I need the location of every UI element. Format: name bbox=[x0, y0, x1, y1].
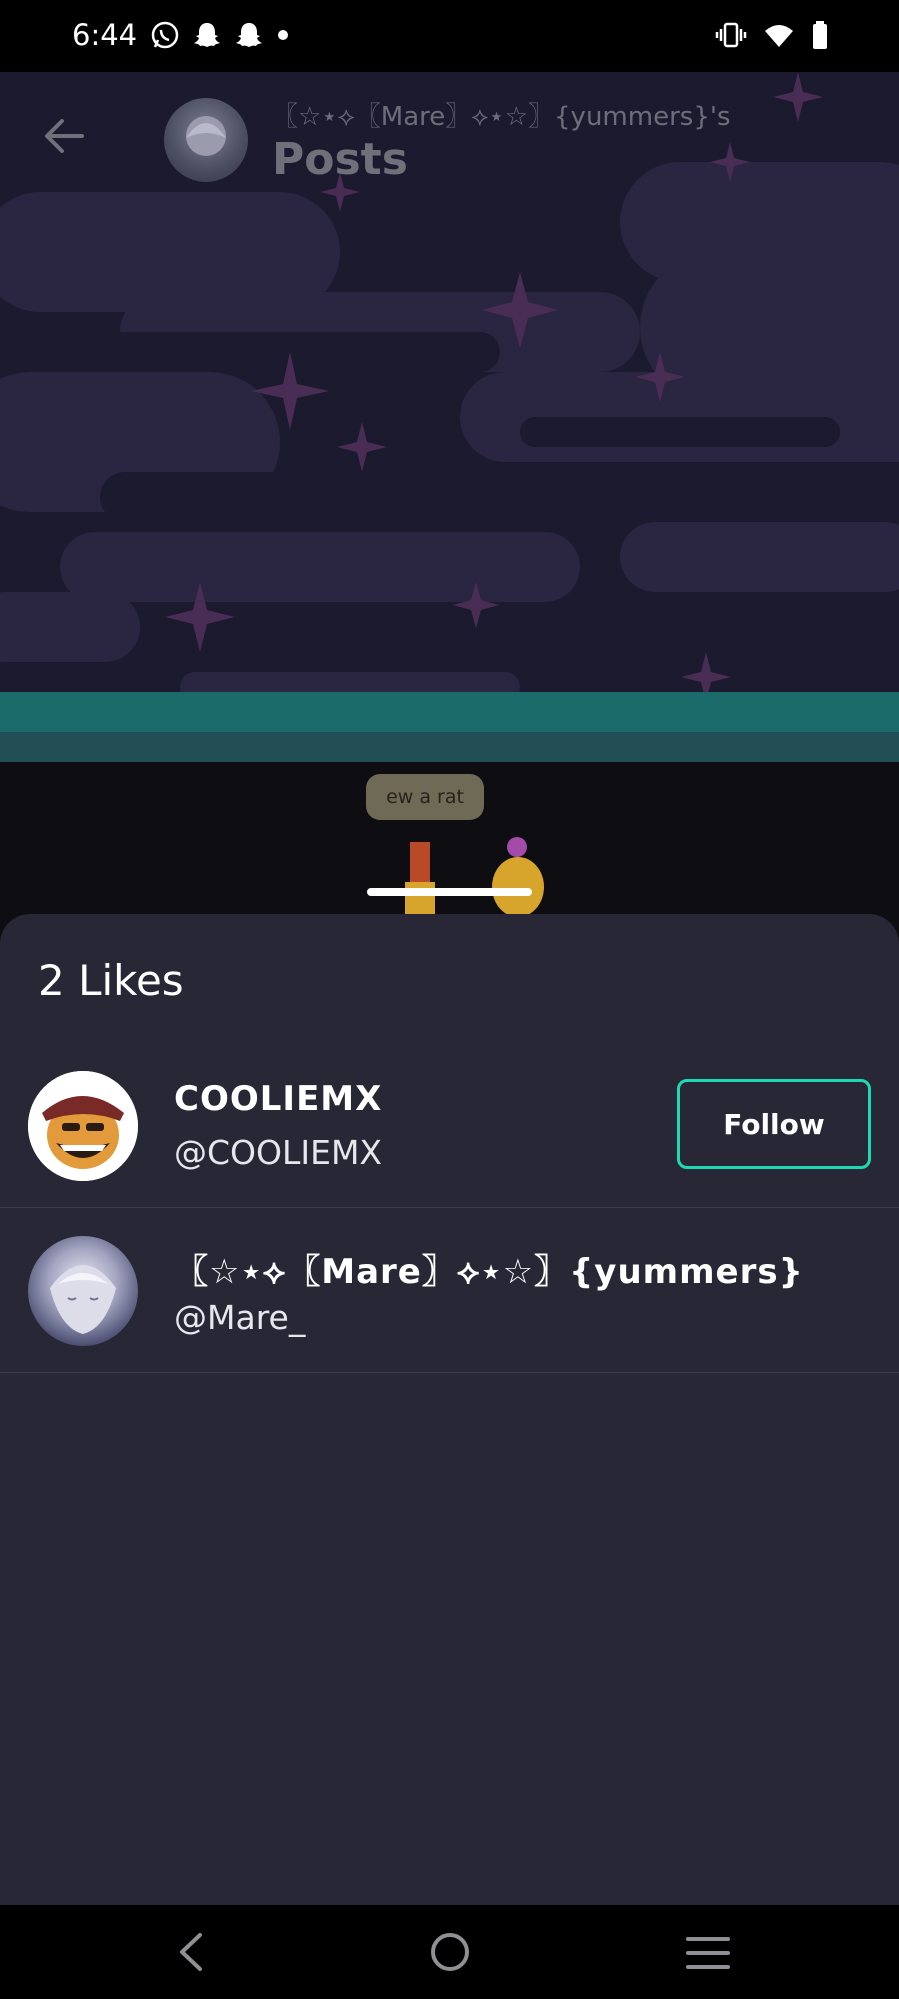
status-time: 6:44 bbox=[72, 18, 138, 52]
recents-nav-icon[interactable] bbox=[686, 1931, 730, 1975]
avatar[interactable] bbox=[28, 1071, 138, 1181]
user-name: COOLIEMX bbox=[174, 1079, 383, 1119]
profile-avatar[interactable] bbox=[164, 98, 248, 182]
back-nav-icon[interactable] bbox=[170, 1927, 210, 1977]
page-title: Posts bbox=[272, 134, 408, 185]
battery-icon bbox=[813, 21, 827, 49]
home-nav-icon[interactable] bbox=[428, 1927, 472, 1977]
likes-title: 2 Likes bbox=[38, 956, 184, 1005]
header-subtitle: 〖☆⋆⟡〖Mare〗⟡⋆☆〗{yummers}'s bbox=[272, 102, 731, 132]
dot-icon bbox=[278, 30, 288, 40]
follow-button[interactable]: Follow bbox=[677, 1079, 871, 1169]
user-name: 〖☆⋆⟡〖Mare〗⟡⋆☆〗{yummers} bbox=[174, 1252, 804, 1292]
snapchat-icon bbox=[194, 23, 220, 47]
snapchat-icon bbox=[236, 23, 262, 47]
post-background-image bbox=[0, 72, 899, 952]
user-handle: @Mare_ bbox=[174, 1298, 306, 1337]
list-item[interactable]: COOLIEMX @COOLIEMX Follow bbox=[0, 1043, 899, 1208]
status-bar: 6:44 bbox=[0, 0, 899, 72]
vibrate-icon bbox=[715, 22, 747, 48]
user-handle: @COOLIEMX bbox=[174, 1133, 383, 1172]
notification-icons bbox=[150, 20, 290, 50]
navigation-bar bbox=[0, 1905, 899, 1999]
back-arrow-icon[interactable] bbox=[38, 110, 90, 162]
speech-bubble: ew a rat bbox=[366, 774, 484, 820]
system-icons bbox=[715, 20, 829, 50]
wifi-icon bbox=[765, 25, 793, 47]
avatar[interactable] bbox=[28, 1236, 138, 1346]
drag-handle[interactable] bbox=[367, 888, 532, 896]
whatsapp-icon bbox=[151, 21, 179, 49]
list-item[interactable]: 〖☆⋆⟡〖Mare〗⟡⋆☆〗{yummers} @Mare_ bbox=[0, 1208, 899, 1373]
